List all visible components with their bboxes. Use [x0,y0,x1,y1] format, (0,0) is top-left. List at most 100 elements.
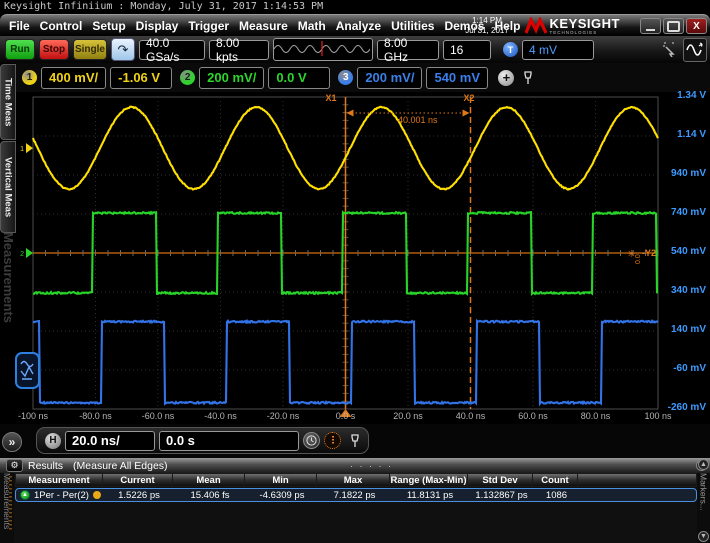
channel-1-offset-field[interactable]: -1.06 V [110,67,172,89]
column-header-min[interactable]: Min [245,473,317,487]
menu-item-setup[interactable]: Setup [87,19,130,33]
x-tick-label: 0.0 s [336,411,356,421]
menu-item-control[interactable]: Control [35,19,88,33]
measurement-min: -4.6309 ps [246,489,318,501]
waveform-display[interactable]: X1X240.001 ns12✳0.0-Y2 [0,92,710,424]
timebase-pin-icon[interactable] [350,434,360,448]
clock-mode-icon[interactable] [303,432,320,449]
svg-text:1: 1 [20,146,24,153]
horizontal-icon[interactable]: H [45,433,61,449]
close-button[interactable]: X [686,18,707,34]
results-panel: ⚙ Results (Measure All Edges) · · · · · … [0,458,710,543]
markers-up-icon[interactable]: ▲ [698,459,709,470]
menu-item-file[interactable]: File [4,19,35,33]
markers-down-icon[interactable]: ▼ [698,531,709,542]
channel-bar: 1 400 mV/-1.06 V 2 200 mV/0.0 V 3 200 mV/540 … [16,63,710,92]
y-tick-label: 540 mV [671,246,706,257]
pin-icon[interactable] [523,71,533,85]
acquisition-preview[interactable] [273,38,373,61]
menu-item-analyze[interactable]: Analyze [331,19,386,33]
column-header-mean[interactable]: Mean [173,473,245,487]
timebase-scale-field[interactable]: 20.0 ns/ [65,431,155,451]
measurement-drawer-handle[interactable] [15,352,40,389]
y-tick-label: 740 mV [671,207,706,218]
channel-2-offset-field[interactable]: 0.0 V [268,67,330,89]
x-tick-label: -80.0 ns [79,411,112,421]
y-tick-label: -60 mV [673,363,706,374]
clock-date: Jul 31, 2017 [452,26,522,36]
measurement-name: 1Per - Per(2) [34,490,89,501]
menu-item-display[interactable]: Display [131,19,184,33]
results-table-rows: ▲1Per - Per(2)1.5226 ps15.406 fs-4.6309 … [15,488,697,502]
results-table: MeasurementCurrentMeanMinMaxRange (Max-M… [15,473,697,502]
marker-color-dot [93,491,101,499]
results-title: Results [28,460,63,472]
menu-item-utilities[interactable]: Utilities [386,19,439,33]
menu-bar: FileControlSetupDisplayTriggerMeasureMat… [0,14,710,36]
results-header: ⚙ Results (Measure All Edges) · · · · · … [0,458,710,473]
run-button[interactable]: Run [5,39,35,60]
channel-1-button[interactable]: 1 [22,70,37,85]
x-tick-label: -20.0 ns [267,411,300,421]
trigger-holdoff-icon[interactable] [324,432,341,449]
menu-item-trigger[interactable]: Trigger [183,19,234,33]
channel-3-offset-field[interactable]: 540 mV [426,67,488,89]
keysight-spark-icon [525,17,547,35]
column-header-max[interactable]: Max [317,473,390,487]
svg-text:0.0: 0.0 [635,254,642,264]
add-waveform-button[interactable]: + [498,70,514,86]
stop-button[interactable]: Stop [39,39,69,60]
measurement-row[interactable]: ▲1Per - Per(2)1.5226 ps15.406 fs-4.6309 … [15,488,697,502]
expand-panel-button[interactable]: » [2,432,22,452]
measurement-std_dev: 1.132867 ps [469,489,534,501]
gear-icon[interactable]: ⚙ [6,459,23,472]
keysight-logo: KEYSIGHT TECHNOLOGIES [525,17,620,35]
zoom-select-icon[interactable] [659,38,681,60]
minimize-button[interactable] [640,18,661,34]
horizontal-controls: H 20.0 ns/ 0.0 s [36,427,369,454]
column-header-filler [578,473,697,487]
horizontal-bar: » H 20.0 ns/ 0.0 s [0,424,710,458]
y-tick-label: 1.14 V [677,129,706,140]
y-tick-label: 340 mV [671,285,706,296]
menu-item-measure[interactable]: Measure [234,19,293,33]
trigger-level-field[interactable]: 4 mV [522,40,594,60]
channel-groups: 1 400 mV/-1.06 V 2 200 mV/0.0 V 3 200 mV/540 … [18,67,488,89]
acquisition-toolbar: Run Stop Single ↷ 40.0 GSa/s 8.00 kpts 8… [0,36,710,63]
column-header-current[interactable]: Current [103,473,173,487]
waveform-tools-icon[interactable] [683,38,707,62]
column-header-range-max-min-[interactable]: Range (Max-Min) [390,473,468,487]
touch-mode-icon[interactable]: ↷ [111,38,135,61]
y-axis-labels: 1.34 V1.14 V940 mV740 mV540 mV340 mV140 … [660,92,706,424]
x-tick-label: -60.0 ns [142,411,175,421]
maximize-button[interactable] [663,18,684,34]
sample-rate-field[interactable]: 40.0 GSa/s [139,40,205,60]
y-tick-label: 940 mV [671,168,706,179]
trigger-icon[interactable]: T [503,42,518,57]
channel-3-scale-field[interactable]: 200 mV/ [357,67,422,89]
svg-text:X1: X1 [325,93,336,103]
column-header-std-dev[interactable]: Std Dev [468,473,533,487]
x-tick-label: 20.0 ns [393,411,423,421]
x-tick-label: 40.0 ns [456,411,486,421]
single-button[interactable]: Single [73,39,107,60]
channel-2-scale-field[interactable]: 200 mV/ [199,67,264,89]
channel-2-button[interactable]: 2 [180,70,195,85]
scroll-texture [9,476,12,532]
channel-3-button[interactable]: 3 [338,70,353,85]
svg-text:2: 2 [20,251,24,258]
svg-text:X2: X2 [463,93,474,103]
drawer-waveform-icon [19,358,36,383]
x-tick-label: -40.0 ns [204,411,237,421]
memory-depth-field[interactable]: 8.00 kpts [209,40,269,60]
column-header-count[interactable]: Count [533,473,578,487]
results-table-header: MeasurementCurrentMeanMinMaxRange (Max-M… [15,473,697,487]
title-text: Keysight Infiniium : Monday, July 31, 20… [4,1,323,12]
menu-item-math[interactable]: Math [293,19,331,33]
timebase-position-field[interactable]: 0.0 s [159,431,299,451]
bandwidth-field[interactable]: 8.00 GHz [377,40,439,60]
column-header-measurement[interactable]: Measurement [15,473,103,487]
averages-field[interactable]: 16 [443,40,491,60]
drag-handle[interactable]: · · · · · [350,461,393,471]
channel-1-scale-field[interactable]: 400 mV/ [41,67,106,89]
